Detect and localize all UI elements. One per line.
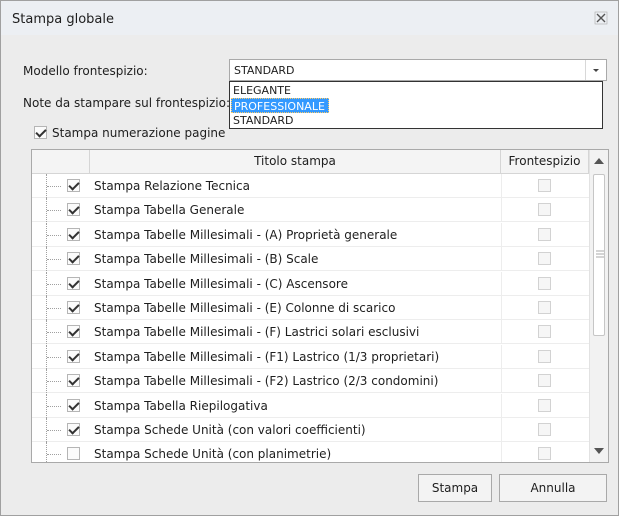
row-print-checkbox[interactable] [67, 398, 80, 412]
row-frontespizio-checkbox[interactable] [538, 325, 551, 339]
row-title: Stampa Relazione Tecnica [94, 179, 250, 193]
column-divider [501, 344, 502, 369]
row-frontespizio-checkbox[interactable] [538, 203, 551, 217]
row-print-checkbox[interactable] [67, 179, 80, 192]
tree-connector [46, 222, 64, 247]
column-divider [501, 222, 502, 247]
modello-select[interactable]: STANDARD [229, 59, 607, 81]
row-print-checkbox[interactable] [67, 252, 80, 266]
tree-connector [46, 320, 64, 345]
tree-connector [46, 418, 64, 442]
row-title: Stampa Tabella Generale [94, 203, 245, 218]
row-title: Stampa Schede Unità (con planimetrie) [94, 447, 332, 462]
grid-header: Titolo stampa Frontespizio [32, 150, 589, 174]
row-print-checkbox[interactable] [67, 423, 80, 436]
table-row[interactable]: Stampa Tabella Generale [32, 198, 589, 223]
row-print-checkbox[interactable] [67, 325, 80, 339]
tree-connector [46, 344, 64, 369]
tree-connector [46, 369, 64, 394]
header-frontespizio[interactable]: Frontespizio [501, 150, 589, 173]
modello-label: Modello frontespizio: [23, 64, 148, 78]
table-row[interactable]: Stampa Tabelle Millesimali - (E) Colonne… [32, 296, 589, 320]
scroll-down-icon[interactable] [593, 446, 605, 456]
column-divider [501, 442, 502, 462]
table-row[interactable]: Stampa Tabelle Millesimali - (F2) Lastri… [32, 369, 589, 394]
table-row[interactable]: Stampa Relazione Tecnica [32, 174, 589, 198]
table-row[interactable]: Stampa Tabella Riepilogativa [32, 393, 589, 418]
row-print-checkbox[interactable] [67, 447, 80, 461]
row-print-checkbox[interactable] [67, 301, 80, 314]
numerazione-checkbox[interactable] [34, 126, 47, 139]
dropdown-option-elegante[interactable]: ELEGANTE [231, 83, 329, 98]
row-title: Stampa Tabelle Millesimali - (F2) Lastri… [94, 374, 439, 389]
row-title: Stampa Tabelle Millesimali - (B) Scale [94, 252, 319, 267]
row-frontespizio-checkbox[interactable] [538, 423, 551, 436]
annulla-button[interactable]: Annulla [499, 474, 607, 502]
column-divider [501, 320, 502, 345]
row-frontespizio-checkbox[interactable] [538, 447, 551, 461]
header-tree-column [32, 150, 90, 173]
tree-connector [46, 198, 64, 223]
table-row[interactable]: Stampa Tabelle Millesimali - (A) Proprie… [32, 222, 589, 247]
tree-connector [46, 393, 64, 418]
row-title: Stampa Schede Unità (con valori coeffici… [94, 423, 366, 437]
row-frontespizio-checkbox[interactable] [538, 179, 551, 192]
row-frontespizio-checkbox[interactable] [538, 252, 551, 266]
row-frontespizio-checkbox[interactable] [538, 301, 551, 314]
row-title: Stampa Tabelle Millesimali - (F1) Lastri… [94, 349, 440, 364]
table-row[interactable]: Stampa Tabelle Millesimali - (C) Ascenso… [32, 271, 589, 296]
row-print-checkbox[interactable] [67, 276, 80, 290]
row-frontespizio-checkbox[interactable] [538, 349, 551, 363]
title-bar: Stampa globale [1, 1, 618, 35]
row-print-checkbox[interactable] [67, 203, 80, 217]
numerazione-label: Stampa numerazione pagine [52, 126, 226, 140]
column-divider [501, 271, 502, 296]
row-frontespizio-checkbox[interactable] [538, 227, 551, 241]
row-title: Stampa Tabelle Millesimali - (C) Ascenso… [94, 276, 348, 291]
tree-connector [46, 271, 64, 296]
tree-connector [46, 442, 64, 462]
modello-value: STANDARD [234, 64, 295, 77]
print-grid: Titolo stampa Frontespizio Stampa Relazi… [31, 149, 609, 463]
column-divider [501, 418, 502, 442]
column-divider [501, 174, 502, 198]
stampa-button[interactable]: Stampa [418, 474, 492, 502]
row-title: Stampa Tabelle Millesimali - (E) Colonne… [94, 301, 396, 315]
column-divider [501, 369, 502, 394]
dialog-window: Stampa globale Modello frontespizio: STA… [0, 0, 619, 516]
tree-connector [46, 296, 64, 320]
row-frontespizio-checkbox[interactable] [538, 276, 551, 290]
column-divider [501, 247, 502, 272]
vertical-scrollbar[interactable] [589, 150, 608, 462]
modello-dropdown-list: ELEGANTE PROFESSIONALE STANDARD [229, 81, 603, 129]
column-divider [501, 393, 502, 418]
table-row[interactable]: Stampa Tabelle Millesimali - (F1) Lastri… [32, 344, 589, 369]
row-print-checkbox[interactable] [67, 227, 80, 241]
row-title: Stampa Tabella Riepilogativa [94, 398, 268, 413]
dropdown-option-standard[interactable]: STANDARD [231, 113, 329, 128]
column-divider [501, 198, 502, 223]
header-titolo[interactable]: Titolo stampa [90, 150, 501, 173]
row-title: Stampa Tabelle Millesimali - (A) Proprie… [94, 227, 398, 242]
table-row[interactable]: Stampa Tabelle Millesimali - (F) Lastric… [32, 320, 589, 345]
chevron-down-icon[interactable] [585, 60, 606, 80]
row-print-checkbox[interactable] [67, 349, 80, 363]
window-title: Stampa globale [12, 12, 114, 27]
tree-connector [46, 174, 64, 198]
table-row[interactable]: Stampa Schede Unità (con valori coeffici… [32, 418, 589, 442]
column-divider [501, 296, 502, 320]
table-row[interactable]: Stampa Schede Unità (con planimetrie) [32, 442, 589, 462]
grip-icon [596, 250, 604, 258]
dropdown-option-professionale[interactable]: PROFESSIONALE [231, 98, 329, 113]
row-print-checkbox[interactable] [67, 374, 80, 388]
scrollbar-thumb[interactable] [593, 174, 605, 336]
row-frontespizio-checkbox[interactable] [538, 374, 551, 388]
note-label: Note da stampare sul frontespizio: [23, 96, 230, 110]
tree-connector [46, 247, 64, 272]
row-frontespizio-checkbox[interactable] [538, 398, 551, 412]
close-icon[interactable] [594, 11, 608, 25]
row-title: Stampa Tabelle Millesimali - (F) Lastric… [94, 325, 420, 340]
table-row[interactable]: Stampa Tabelle Millesimali - (B) Scale [32, 247, 589, 272]
scroll-up-icon[interactable] [593, 156, 605, 166]
